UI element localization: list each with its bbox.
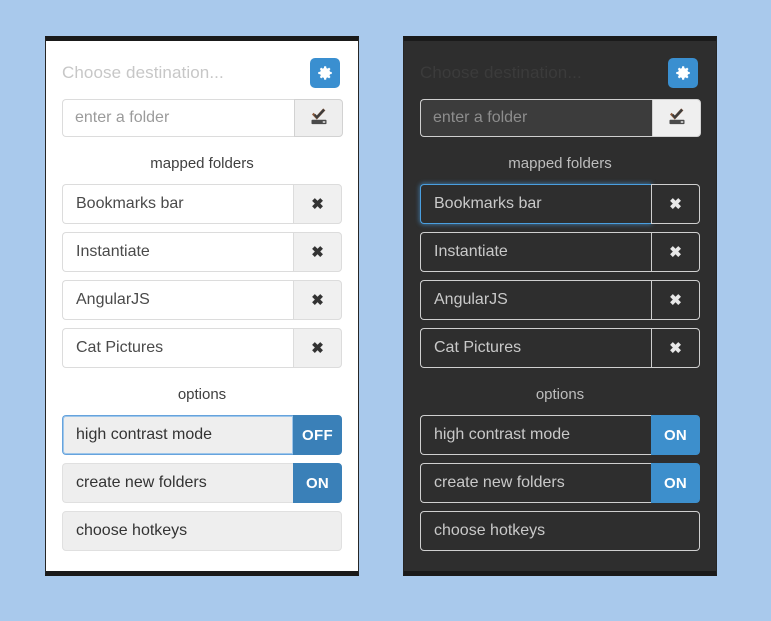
- option-row-choose-hotkeys: choose hotkeys: [62, 511, 342, 551]
- destination-title: Choose destination...: [62, 63, 224, 82]
- folder-input-group: [62, 99, 343, 137]
- folder-row: Bookmarks bar ✖: [62, 184, 342, 224]
- remove-folder-button[interactable]: ✖: [651, 328, 700, 368]
- folder-submit-button[interactable]: [294, 99, 343, 137]
- folder-name[interactable]: AngularJS: [62, 280, 293, 320]
- folder-row: AngularJS ✖: [420, 280, 700, 320]
- folder-name[interactable]: Instantiate: [62, 232, 293, 272]
- option-row-high-contrast-mode: high contrast mode ON: [420, 415, 700, 455]
- dark-theme-panel: Choose destination... enter a folder map…: [403, 36, 717, 576]
- folder-name[interactable]: Cat Pictures: [62, 328, 293, 368]
- remove-folder-button[interactable]: ✖: [651, 280, 700, 320]
- check-submit-icon: [666, 106, 688, 131]
- folder-search-input[interactable]: [62, 99, 294, 137]
- close-x-icon: ✖: [311, 244, 324, 261]
- close-x-icon: ✖: [311, 196, 324, 213]
- remove-folder-button[interactable]: ✖: [293, 280, 342, 320]
- folder-row: Cat Pictures ✖: [62, 328, 342, 368]
- panel-header: Choose destination...: [420, 53, 700, 93]
- folder-row: Instantiate ✖: [62, 232, 342, 272]
- remove-folder-button[interactable]: ✖: [651, 184, 700, 224]
- mapped-folders-label: mapped folders: [508, 155, 612, 172]
- close-x-icon: ✖: [311, 292, 324, 309]
- gear-icon: [316, 64, 334, 82]
- gear-icon: [674, 64, 692, 82]
- option-label[interactable]: choose hotkeys: [62, 511, 342, 551]
- mapped-folders-list: Bookmarks bar ✖ Instantiate ✖ AngularJS …: [62, 184, 342, 368]
- app-root: Choose destination... enter a folder map…: [0, 0, 771, 621]
- folder-submit-button[interactable]: [652, 99, 701, 137]
- folder-input-group: [420, 99, 701, 137]
- folder-row: Bookmarks bar ✖: [420, 184, 700, 224]
- option-row-create-new-folders: create new folders ON: [420, 463, 700, 503]
- option-row-create-new-folders: create new folders ON: [62, 463, 342, 503]
- settings-gear-button[interactable]: [310, 58, 340, 88]
- folder-name[interactable]: Bookmarks bar: [62, 184, 293, 224]
- close-x-icon: ✖: [669, 196, 682, 213]
- remove-folder-button[interactable]: ✖: [651, 232, 700, 272]
- options-list: high contrast mode ON create new folders…: [420, 415, 700, 551]
- option-label[interactable]: choose hotkeys: [420, 511, 700, 551]
- option-row-high-contrast-mode: high contrast mode OFF: [62, 415, 342, 455]
- panel-header: Choose destination...: [62, 53, 342, 93]
- folder-row: Instantiate ✖: [420, 232, 700, 272]
- remove-folder-button[interactable]: ✖: [293, 232, 342, 272]
- folder-search-input[interactable]: [420, 99, 652, 137]
- close-x-icon: ✖: [311, 340, 324, 357]
- option-toggle[interactable]: OFF: [293, 415, 342, 455]
- option-label[interactable]: high contrast mode: [420, 415, 651, 455]
- option-toggle[interactable]: ON: [651, 415, 700, 455]
- options-list: high contrast mode OFF create new folder…: [62, 415, 342, 551]
- mapped-folders-list: Bookmarks bar ✖ Instantiate ✖ AngularJS …: [420, 184, 700, 368]
- option-toggle[interactable]: ON: [293, 463, 342, 503]
- option-label[interactable]: create new folders: [62, 463, 293, 503]
- folder-name[interactable]: AngularJS: [420, 280, 651, 320]
- folder-name[interactable]: Bookmarks bar: [420, 184, 651, 224]
- light-theme-panel: Choose destination... enter a folder map…: [45, 36, 359, 576]
- destination-title: Choose destination...: [420, 63, 582, 82]
- close-x-icon: ✖: [669, 292, 682, 309]
- folder-row: Cat Pictures ✖: [420, 328, 700, 368]
- check-submit-icon: [308, 106, 330, 131]
- option-label[interactable]: high contrast mode: [62, 415, 293, 455]
- close-x-icon: ✖: [669, 244, 682, 261]
- mapped-folders-label: mapped folders: [150, 155, 254, 172]
- folder-name[interactable]: Cat Pictures: [420, 328, 651, 368]
- folder-row: AngularJS ✖: [62, 280, 342, 320]
- folder-name[interactable]: Instantiate: [420, 232, 651, 272]
- options-label: options: [177, 386, 227, 403]
- close-x-icon: ✖: [669, 340, 682, 357]
- option-row-choose-hotkeys: choose hotkeys: [420, 511, 700, 551]
- option-label[interactable]: create new folders: [420, 463, 651, 503]
- settings-gear-button[interactable]: [668, 58, 698, 88]
- option-toggle[interactable]: ON: [651, 463, 700, 503]
- remove-folder-button[interactable]: ✖: [293, 328, 342, 368]
- options-label: options: [535, 386, 585, 403]
- remove-folder-button[interactable]: ✖: [293, 184, 342, 224]
